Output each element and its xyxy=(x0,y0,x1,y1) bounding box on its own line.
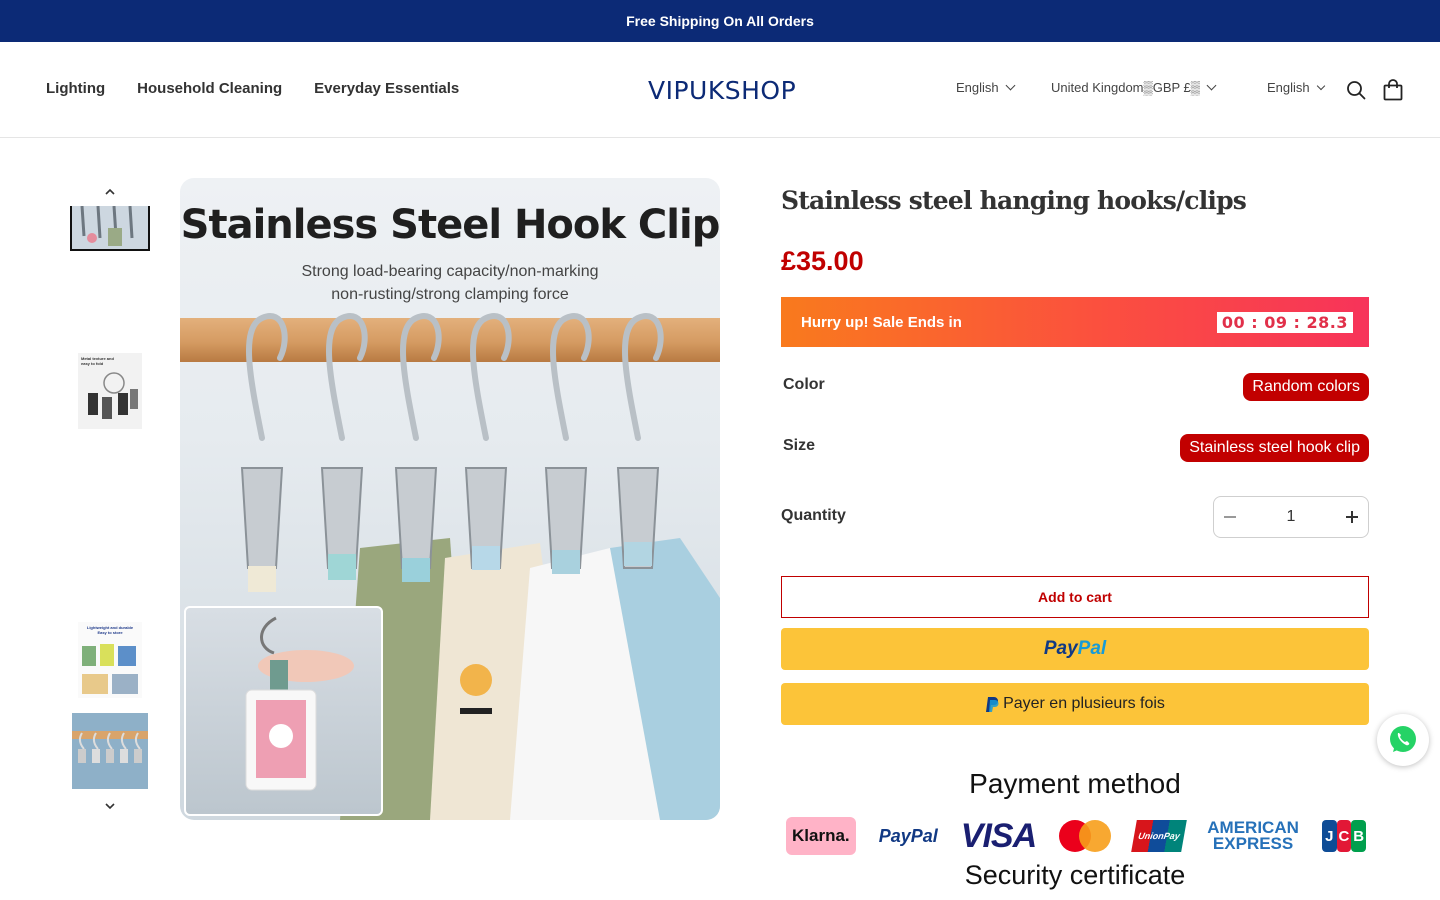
add-to-cart-button[interactable]: Add to cart xyxy=(781,576,1369,618)
paypal-icon xyxy=(986,696,999,712)
thumbnail-image xyxy=(72,713,148,789)
thumbnail-1[interactable] xyxy=(70,206,150,251)
chevron-down-icon[interactable] xyxy=(104,802,116,810)
amex-line-2: EXPRESS xyxy=(1212,834,1294,853)
security-certificate-title: Security certificate xyxy=(964,860,1186,890)
paypal-logo-pay: Pay xyxy=(1043,638,1078,659)
color-label: Color xyxy=(783,376,825,393)
whatsapp-icon xyxy=(1390,726,1416,752)
quantity-input[interactable]: 1 xyxy=(1287,508,1296,526)
country-label: United Kingdom▒GBP £▒ xyxy=(1051,80,1200,95)
thumbnail-image xyxy=(82,644,138,694)
paypal-logo-pal: Pal xyxy=(1077,638,1107,659)
product-title: Stainless steel hanging hooks/clips xyxy=(781,186,1247,215)
thumbnail-3[interactable]: Lightweight and durable Easy to store xyxy=(78,622,142,698)
language-label: English xyxy=(956,80,999,95)
klarna-logo: Klarna. xyxy=(786,817,856,855)
chevron-down-icon xyxy=(1206,80,1217,91)
jcb-letter-j: J xyxy=(1321,820,1337,852)
quantity-label: Quantity xyxy=(781,507,846,524)
payment-logos: Klarna. PayPal VISA UnionPay AMERICAN EX… xyxy=(786,814,1366,858)
size-option-hook-clip[interactable]: Stainless steel hook clip xyxy=(1180,434,1369,462)
color-option-random-colors[interactable]: Random colors xyxy=(1243,373,1369,401)
language-selector-2[interactable]: English xyxy=(1267,80,1325,95)
shopping-bag-icon[interactable] xyxy=(1383,79,1403,101)
paypal-button[interactable]: Pay Pal xyxy=(781,628,1369,670)
whatsapp-button[interactable] xyxy=(1377,714,1429,766)
product-price: £35.00 xyxy=(781,246,864,276)
thumbnail-4[interactable] xyxy=(72,713,148,789)
jcb-letter-c: C xyxy=(1336,820,1352,852)
chevron-down-icon xyxy=(1316,81,1325,90)
jcb-letter-b: B xyxy=(1351,820,1366,852)
search-icon[interactable] xyxy=(1346,80,1366,100)
chevron-up-icon[interactable] xyxy=(104,188,116,196)
language-selector[interactable]: English xyxy=(956,80,1016,95)
size-label: Size xyxy=(783,437,816,454)
mastercard-logo xyxy=(1059,820,1112,852)
inset-hand-illustration xyxy=(245,616,354,791)
payment-method-title: Payment method xyxy=(969,768,1181,799)
visa-logo: VISA xyxy=(960,816,1037,855)
thumbnail-image xyxy=(72,206,148,249)
site-logo[interactable]: VIPUKSHOP xyxy=(648,76,796,105)
main-nav: Lighting Household Cleaning Everyday Ess… xyxy=(46,80,459,97)
pay-later-label: Payer en plusieurs fois xyxy=(1003,695,1165,712)
pay-later-button[interactable]: Payer en plusieurs fois xyxy=(781,683,1369,725)
nav-item-household-cleaning[interactable]: Household Cleaning xyxy=(137,80,282,97)
decrease-quantity-button[interactable] xyxy=(1224,511,1236,523)
quantity-stepper: 1 xyxy=(1213,496,1369,538)
thumbnail-2[interactable]: Metal texture and easy to fold xyxy=(78,353,142,429)
announcement-text: Free Shipping On All Orders xyxy=(626,13,814,29)
language-label-2: English xyxy=(1267,80,1310,95)
country-selector[interactable]: United Kingdom▒GBP £▒ xyxy=(1051,80,1217,95)
unionpay-logo: UnionPay xyxy=(1131,820,1188,852)
inset-image xyxy=(184,606,383,816)
nav-item-lighting[interactable]: Lighting xyxy=(46,80,105,97)
jcb-logo: J C B xyxy=(1321,820,1366,852)
countdown-timer: 00 : 09 : 28.3 xyxy=(1216,311,1353,333)
sale-countdown-banner: Hurry up! Sale Ends in 00 : 09 : 28.3 xyxy=(781,297,1369,347)
site-header: Lighting Household Cleaning Everyday Ess… xyxy=(0,42,1440,138)
increase-quantity-button[interactable] xyxy=(1346,511,1358,523)
nav-item-everyday-essentials[interactable]: Everyday Essentials xyxy=(314,80,459,97)
thumbnail-image xyxy=(88,372,138,419)
paypal-logo: PayPal xyxy=(878,825,938,846)
announcement-bar: Free Shipping On All Orders xyxy=(0,0,1440,42)
sale-text: Hurry up! Sale Ends in xyxy=(801,313,962,331)
american-express-logo: AMERICAN EXPRESS xyxy=(1207,819,1299,853)
chevron-down-icon xyxy=(1005,80,1016,91)
main-product-image[interactable]: Stainless Steel Hook Clip Strong load-be… xyxy=(180,178,720,820)
